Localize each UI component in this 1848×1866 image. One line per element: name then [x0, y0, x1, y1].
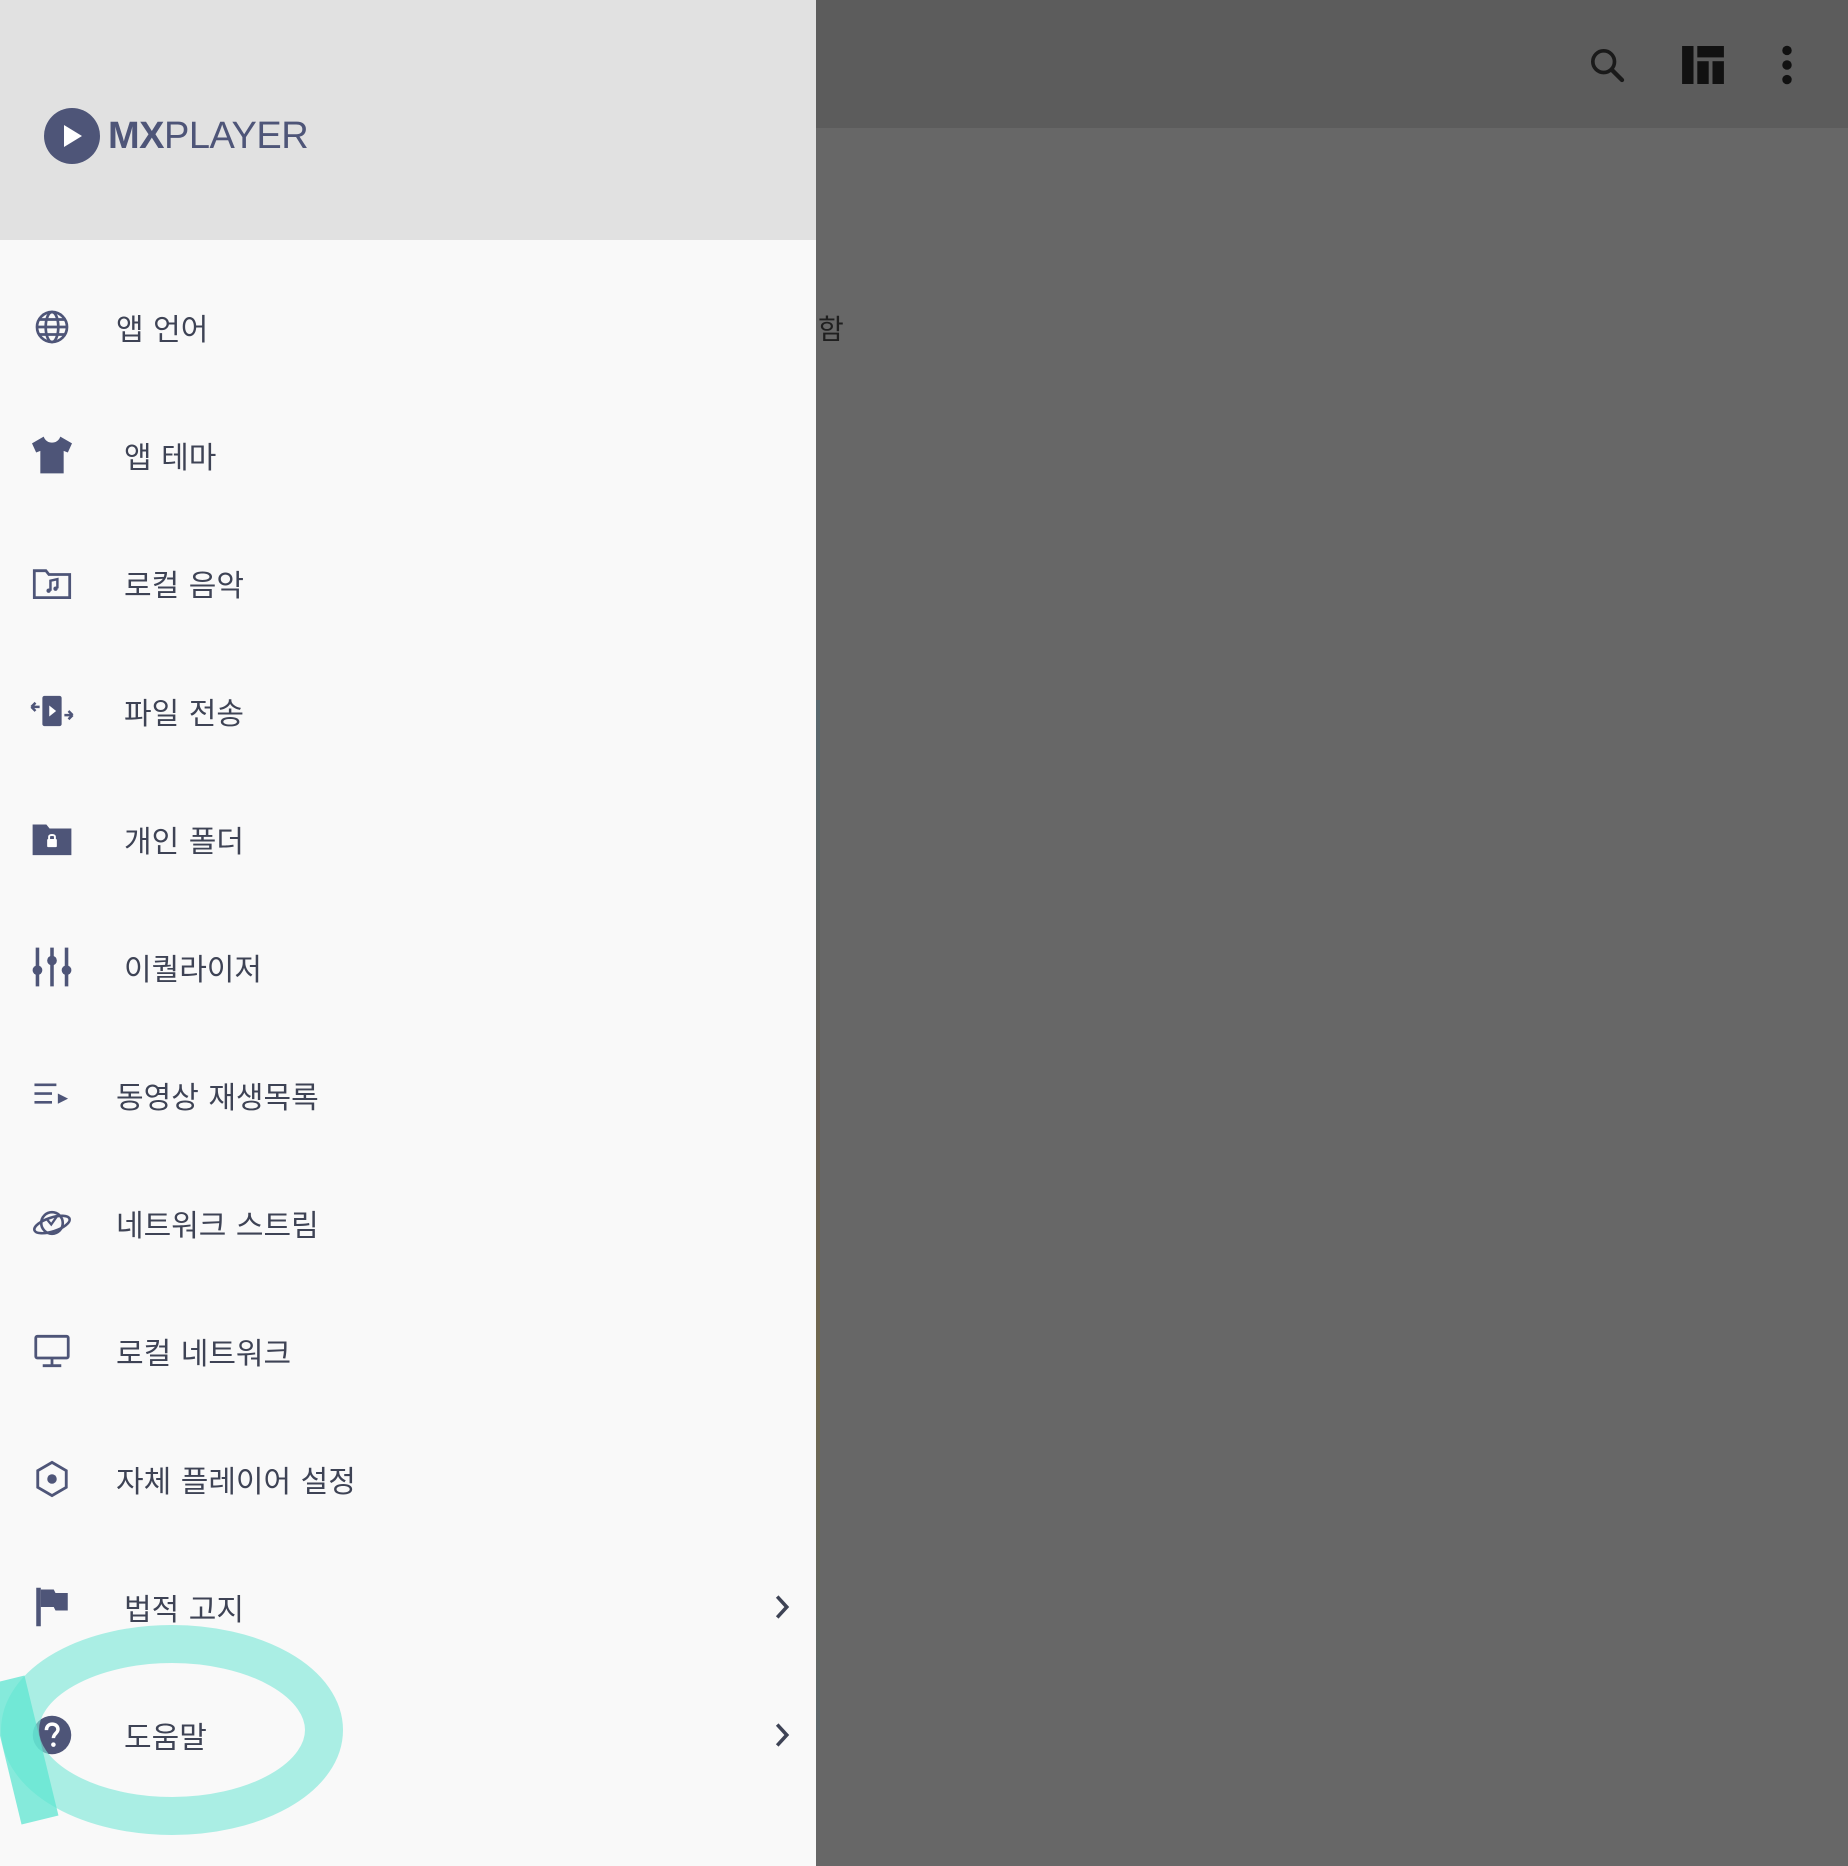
- playlist-icon: [30, 1073, 74, 1117]
- menu-label: 법적 고지: [124, 1593, 244, 1628]
- navigation-drawer: MXPLAYER 앱 언어 앱 테마 로컬 음악 파일 전송 개인 폴더 이퀄라…: [0, 0, 816, 1866]
- logo-text: MXPLAYER: [108, 114, 309, 157]
- menu-label: 파일 전송: [124, 697, 244, 732]
- app-root: 함 MXPLAYER 앱 언어 앱 테마 로컬 음악 파일 전송 개인 폴더 이…: [0, 0, 1848, 1866]
- menu-label: 앱 언어: [116, 313, 209, 348]
- planet-icon: [30, 1201, 74, 1245]
- menu-item-app-theme[interactable]: 앱 테마: [0, 391, 816, 519]
- mx-player-logo: MXPLAYER: [44, 108, 309, 164]
- more-vertical-icon[interactable]: [1752, 30, 1822, 100]
- menu-label: 자체 플레이어 설정: [116, 1465, 356, 1500]
- menu-label: 로컬 음악: [124, 569, 244, 604]
- play-logo-icon: [44, 108, 100, 164]
- menu-label: 도움말: [124, 1721, 207, 1756]
- menu-item-local-network[interactable]: 로컬 네트워크: [0, 1287, 816, 1415]
- music-folder-icon: [30, 561, 74, 605]
- menu-item-legal-notice[interactable]: 법적 고지: [0, 1543, 816, 1671]
- background-partial-text: 함: [818, 313, 844, 346]
- menu-label: 로컬 네트워크: [116, 1337, 292, 1372]
- drawer-menu: 앱 언어 앱 테마 로컬 음악 파일 전송 개인 폴더 이퀄라이저 동영상 재생…: [0, 263, 816, 1799]
- menu-label: 동영상 재생목록: [116, 1081, 319, 1116]
- menu-label: 네트워크 스트림: [116, 1209, 319, 1244]
- menu-label: 이퀄라이저: [124, 953, 262, 988]
- search-icon[interactable]: [1572, 30, 1642, 100]
- globe-icon: [30, 305, 74, 349]
- menu-item-equalizer[interactable]: 이퀄라이저: [0, 903, 816, 1031]
- chevron-right-icon: [770, 1593, 794, 1621]
- lock-folder-icon: [30, 817, 74, 861]
- menu-label: 개인 폴더: [124, 825, 244, 860]
- drawer-header: MXPLAYER: [0, 0, 816, 240]
- tshirt-icon: [30, 433, 74, 477]
- chevron-right-icon: [770, 1721, 794, 1749]
- monitor-icon: [30, 1329, 74, 1373]
- menu-item-video-playlist[interactable]: 동영상 재생목록: [0, 1031, 816, 1159]
- file-transfer-icon: [30, 689, 74, 733]
- menu-item-local-music[interactable]: 로컬 음악: [0, 519, 816, 647]
- equalizer-icon: [30, 945, 74, 989]
- menu-item-help[interactable]: 도움말: [0, 1671, 816, 1799]
- flag-icon: [30, 1585, 74, 1629]
- menu-item-player-settings[interactable]: 자체 플레이어 설정: [0, 1415, 816, 1543]
- help-circle-icon: [30, 1713, 74, 1757]
- menu-item-network-stream[interactable]: 네트워크 스트림: [0, 1159, 816, 1287]
- menu-item-private-folder[interactable]: 개인 폴더: [0, 775, 816, 903]
- menu-item-file-transfer[interactable]: 파일 전송: [0, 647, 816, 775]
- grid-layout-icon[interactable]: [1668, 30, 1738, 100]
- menu-item-app-language[interactable]: 앱 언어: [0, 263, 816, 391]
- menu-label: 앱 테마: [124, 441, 217, 476]
- hexagon-settings-icon: [30, 1457, 74, 1501]
